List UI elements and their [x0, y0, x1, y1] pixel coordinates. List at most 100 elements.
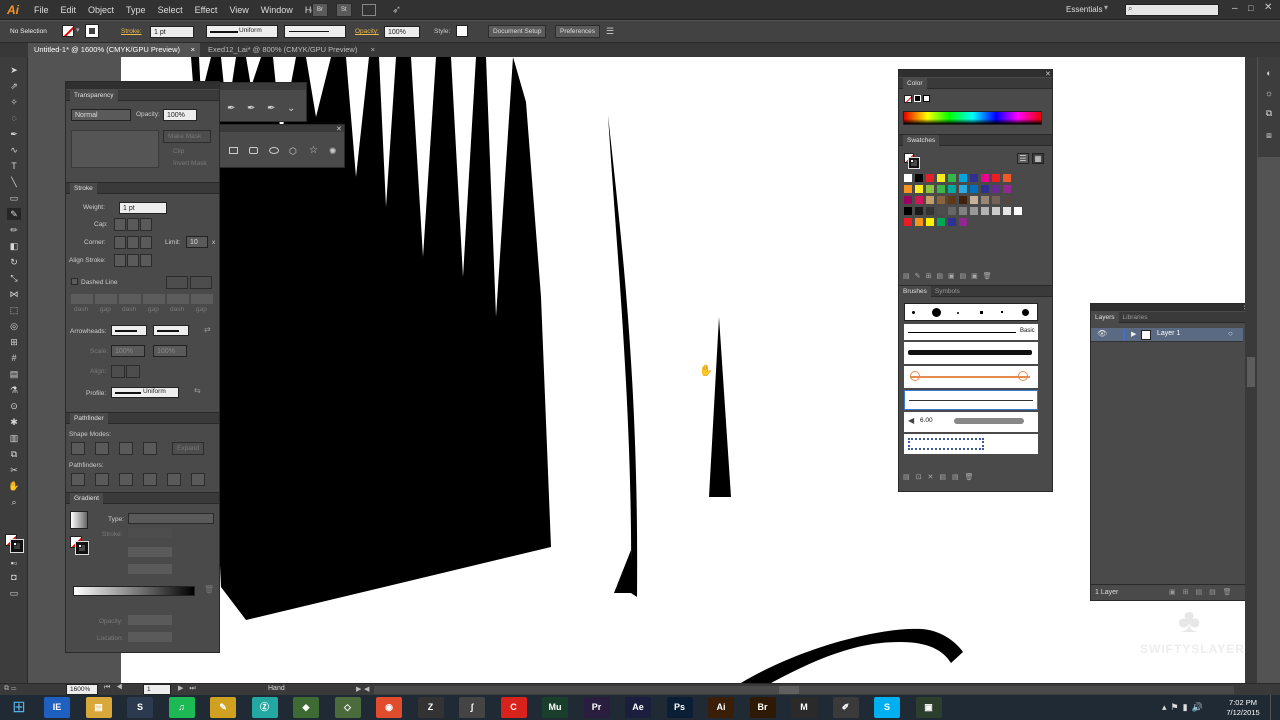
- taskbar-app-icon[interactable]: ◆: [293, 697, 319, 718]
- blend-mode-select[interactable]: Normal: [71, 109, 131, 121]
- swatch[interactable]: [915, 218, 923, 226]
- stroke-label[interactable]: Stroke:: [121, 28, 142, 35]
- magic-wand-tool-icon[interactable]: ✧: [7, 96, 21, 108]
- scroll-left-icon[interactable]: ◀: [364, 685, 369, 693]
- line-tool-icon[interactable]: ╲: [7, 176, 21, 188]
- menu-type[interactable]: Type: [120, 0, 152, 20]
- swap-arrowheads-icon[interactable]: ⇄: [204, 325, 211, 334]
- graphic-styles-icon[interactable]: ⧉: [1262, 107, 1276, 119]
- tab-close-icon[interactable]: ×: [191, 43, 195, 57]
- menu-view[interactable]: View: [223, 0, 254, 20]
- small-spike-shape[interactable]: [709, 317, 731, 497]
- outline-button[interactable]: [167, 473, 181, 486]
- swatch-footer-icons[interactable]: ▤✎⊞▤▣▤▣🗑: [903, 272, 997, 280]
- stroke-color-icon[interactable]: [10, 539, 24, 553]
- clock-date[interactable]: 7/12/2015: [1220, 708, 1266, 717]
- taskbar-app-icon[interactable]: ▤: [85, 697, 112, 718]
- stroke-gradient-buttons[interactable]: [128, 528, 172, 538]
- artboard-nav-next[interactable]: ▶⏭: [178, 684, 202, 693]
- taskbar-app-icon[interactable]: Ⓩ: [251, 697, 278, 718]
- swatch[interactable]: [1003, 196, 1011, 204]
- taskbar-app-icon[interactable]: ♫: [168, 697, 195, 718]
- list-view-icon[interactable]: ☰: [1017, 153, 1029, 164]
- swatch[interactable]: [926, 174, 934, 182]
- unite-button[interactable]: [71, 442, 85, 455]
- clock-time[interactable]: 7:02 PM: [1224, 698, 1262, 707]
- decorative-brush-row[interactable]: [904, 366, 1038, 388]
- grid-view-icon[interactable]: ▦: [1032, 153, 1044, 164]
- brush-footer-icons[interactable]: ▤⊡✕▤▤🗑: [903, 473, 979, 481]
- taskbar-app-icon[interactable]: M: [791, 697, 817, 718]
- end-scale-field[interactable]: 100%: [153, 345, 187, 357]
- round-join-button[interactable]: [127, 236, 139, 249]
- arrange-documents-icon[interactable]: [362, 4, 376, 16]
- swatch[interactable]: [959, 174, 967, 182]
- swatch[interactable]: [948, 218, 956, 226]
- taskbar-app-icon[interactable]: ◇: [334, 697, 361, 718]
- menu-object[interactable]: Object: [82, 0, 120, 20]
- menu-edit[interactable]: Edit: [55, 0, 83, 20]
- stop-opacity-field[interactable]: [128, 615, 172, 625]
- visibility-eye-icon[interactable]: 👁: [1097, 329, 1107, 338]
- profile-select[interactable]: Uniform: [111, 387, 179, 398]
- angle-field[interactable]: [128, 547, 172, 557]
- tab-untitled-1[interactable]: Untitled-1* @ 1600% (CMYK/GPU Preview) ×: [28, 43, 200, 57]
- color-guide-icon[interactable]: ◐: [1262, 67, 1276, 79]
- gradient-thumbnail[interactable]: [70, 511, 88, 529]
- trim-button[interactable]: [95, 473, 109, 486]
- taskbar-app-icon[interactable]: ✐: [832, 697, 859, 718]
- system-tray-icons[interactable]: ▴⚑▮🔊: [1162, 702, 1207, 713]
- feather-icon[interactable]: ➶: [392, 3, 401, 16]
- curvature-tool-icon[interactable]: ∿: [7, 144, 21, 156]
- draw-mode-icon[interactable]: ◘: [7, 571, 21, 583]
- swatch[interactable]: [981, 185, 989, 193]
- swatch[interactable]: [1003, 185, 1011, 193]
- rectangle-tool-icon[interactable]: [229, 147, 238, 154]
- blend-tool-icon[interactable]: ⊙: [7, 400, 21, 412]
- swatch[interactable]: [926, 207, 934, 215]
- align-inside-button[interactable]: [127, 254, 139, 267]
- swatch[interactable]: [937, 174, 945, 182]
- tab-close-icon[interactable]: ×: [371, 43, 375, 57]
- taskbar-app-icon[interactable]: S: [127, 697, 153, 718]
- swatch[interactable]: [948, 174, 956, 182]
- swatch[interactable]: [1003, 207, 1011, 215]
- tall-thin-blade-shape[interactable]: [608, 115, 638, 597]
- flip-profile-icon[interactable]: ⇆: [194, 386, 201, 395]
- swatch[interactable]: [948, 185, 956, 193]
- crop-button[interactable]: [143, 473, 157, 486]
- menu-file[interactable]: File: [28, 0, 55, 20]
- status-menu-arrow-icon[interactable]: ▶: [356, 685, 361, 693]
- arrow-extend-button[interactable]: [111, 365, 125, 378]
- swatch[interactable]: [959, 196, 967, 204]
- pencil-tool-icon[interactable]: ✏: [7, 224, 21, 236]
- artboard-number-field[interactable]: 1: [143, 684, 171, 695]
- pen-tool-icon[interactable]: ✒: [7, 128, 21, 140]
- scale-tool-icon[interactable]: ⤡: [7, 272, 21, 284]
- gradient-tool-icon[interactable]: ▤: [7, 368, 21, 380]
- layer-name[interactable]: Layer 1: [1157, 330, 1180, 337]
- workspace-chevron-icon[interactable]: ▾: [1104, 3, 1108, 12]
- swatch[interactable]: [970, 196, 978, 204]
- taskbar-app-icon[interactable]: S: [874, 697, 900, 718]
- slice-tool-icon[interactable]: ✂: [7, 464, 21, 476]
- arrow-place-button[interactable]: [126, 365, 140, 378]
- minus-back-button[interactable]: [191, 473, 205, 486]
- invert-mask-checkbox[interactable]: Invert Mask: [173, 160, 207, 167]
- none-color-icon[interactable]: [904, 95, 912, 103]
- ellipse-tool-icon[interactable]: [269, 147, 279, 154]
- gap-field-2[interactable]: [143, 294, 165, 304]
- star-tool-icon[interactable]: ☆: [309, 145, 318, 156]
- search-input[interactable]: ⌕: [1125, 4, 1219, 16]
- swatch[interactable]: [915, 207, 923, 215]
- aspect-ratio-field[interactable]: [128, 564, 172, 574]
- gradient-stroke-icon[interactable]: [75, 541, 89, 555]
- preferences-button[interactable]: Preferences: [555, 25, 601, 38]
- align-center-button[interactable]: [114, 254, 126, 267]
- paintbrush-tool-icon[interactable]: ✎: [7, 208, 21, 220]
- menu-effect[interactable]: Effect: [189, 0, 224, 20]
- color-mode-icon[interactable]: ▪▫: [7, 557, 21, 569]
- butt-cap-button[interactable]: [114, 218, 126, 231]
- gap-field-3[interactable]: [191, 294, 213, 304]
- charcoal-brush-row[interactable]: [904, 342, 1038, 364]
